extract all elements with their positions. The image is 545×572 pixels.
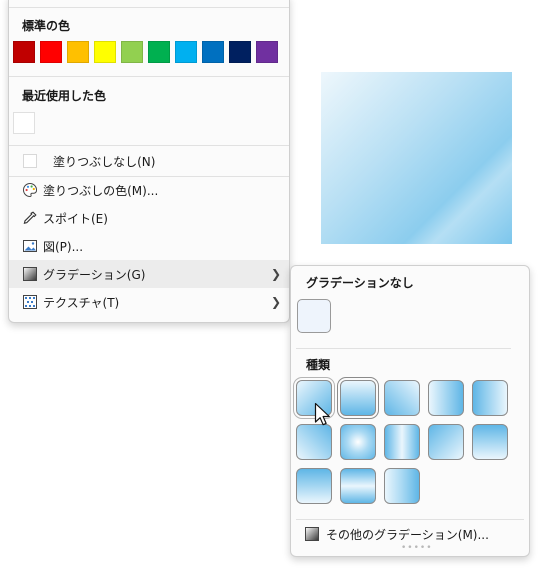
gradient-variant-tile[interactable] [472,380,508,416]
menu-item-gradient[interactable]: グラデーション(G) ❯ [9,260,289,288]
chevron-right-icon: ❯ [270,267,281,281]
color-swatch[interactable] [94,41,116,63]
color-swatch[interactable] [202,41,224,63]
color-swatch[interactable] [175,41,197,63]
menu-item-label: テクスチャ(T) [43,295,120,310]
palette-icon [22,182,38,198]
separator [9,76,289,77]
gradient-variant-tile[interactable] [428,380,464,416]
gradient-variant-tile[interactable] [472,424,508,460]
color-swatch[interactable] [148,41,170,63]
no-gradient-heading: グラデーションなし [306,276,414,290]
gradient-variant-tile[interactable] [384,424,420,460]
gradient-preview-shape [321,72,512,244]
chevron-right-icon: ❯ [270,295,281,309]
separator [296,348,511,349]
fill-color-menu: 標準の色 最近使用した色 塗りつぶしなし(N) 塗りつぶしの色(M)... スポ… [8,0,290,323]
menu-item-label: 塗りつぶしの色(M)... [43,183,159,198]
resize-grip[interactable]: ••••• [401,543,433,553]
texture-icon [22,294,38,310]
gradient-variant-tile[interactable] [340,424,376,460]
separator [9,7,289,8]
mouse-cursor-icon [314,402,330,426]
gradient-type-grid [293,377,516,510]
menu-item-no-fill[interactable]: 塗りつぶしなし(N) [9,147,289,175]
gradient-variant-tile[interactable] [384,468,420,504]
menu-item-label: 図(P)... [43,239,84,254]
picture-icon [22,238,38,254]
gradient-types-heading: 種類 [306,358,331,372]
menu-item-label: グラデーション(G) [43,267,146,282]
gradient-variant-tile[interactable] [337,377,379,419]
gradient-icon [305,527,319,541]
recent-colors-heading: 最近使用した色 [22,89,107,103]
color-swatch[interactable] [256,41,278,63]
eyedropper-icon [22,210,38,226]
menu-item-picture[interactable]: 図(P)... [9,232,289,260]
color-swatch[interactable] [67,41,89,63]
menu-item-label: 塗りつぶしなし(N) [53,154,156,169]
gradient-variant-tile[interactable] [340,468,376,504]
color-swatch[interactable] [40,41,62,63]
menu-item-eyedropper[interactable]: スポイト(E) [9,204,289,232]
gradient-icon [22,266,38,282]
color-swatch[interactable] [121,41,143,63]
gradient-variant-tile[interactable] [428,424,464,460]
gradient-variant-tile[interactable] [296,424,332,460]
gradient-variant-tile[interactable] [384,380,420,416]
separator [296,519,524,520]
no-gradient-button[interactable] [297,299,331,333]
standard-colors-row [13,41,278,63]
no-fill-icon [22,153,38,169]
standard-colors-heading: 標準の色 [22,19,71,33]
color-swatch[interactable] [229,41,251,63]
menu-item-fill-color[interactable]: 塗りつぶしの色(M)... [9,176,289,204]
gradient-variant-tile[interactable] [296,468,332,504]
menu-item-texture[interactable]: テクスチャ(T) ❯ [9,288,289,316]
more-gradients-label: その他のグラデーション(M)... [326,527,489,542]
color-swatch[interactable] [13,41,35,63]
separator [9,145,289,146]
recent-color-empty-slot [13,112,35,134]
menu-item-label: スポイト(E) [43,211,108,226]
